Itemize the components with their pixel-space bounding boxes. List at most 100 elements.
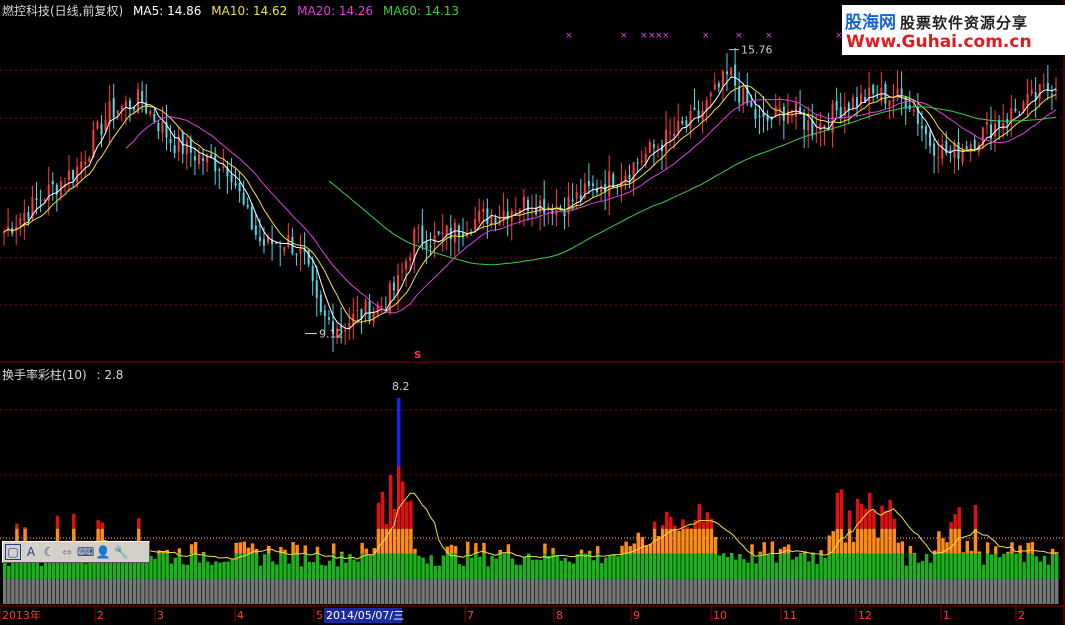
turnover-base bbox=[275, 578, 279, 604]
moon-icon[interactable]: ☾ bbox=[41, 544, 57, 560]
turnover-bar bbox=[843, 553, 848, 579]
turnover-base bbox=[267, 578, 271, 604]
wrench-icon[interactable]: 🔧 bbox=[113, 544, 129, 560]
candle-body bbox=[425, 241, 428, 250]
turnover-base bbox=[124, 578, 129, 604]
turnover-base bbox=[551, 578, 555, 604]
turnover-bar bbox=[72, 513, 76, 529]
turnover-bar bbox=[1046, 564, 1051, 579]
stock-chart[interactable]: 9.1215.76S× × × × × × × × × ×8.22013年 2 3 4 5 7 8 9 10 11 1… bbox=[0, 0, 1065, 625]
turnover-bar bbox=[514, 564, 519, 579]
turnover-base bbox=[985, 578, 990, 604]
turnover-bar bbox=[758, 551, 762, 554]
turnover-value: : 2.8 bbox=[96, 368, 124, 382]
turnover-bar bbox=[823, 557, 827, 579]
turnover-bar bbox=[478, 556, 482, 579]
turnover-base bbox=[1022, 578, 1026, 604]
turnover-base bbox=[896, 578, 900, 604]
turnover-bar bbox=[1034, 556, 1039, 579]
turnover-bar bbox=[526, 553, 531, 579]
ma5-line bbox=[3, 76, 1057, 330]
turnover-base bbox=[401, 578, 405, 604]
turnover-bar bbox=[258, 565, 263, 579]
turnover-base bbox=[567, 578, 572, 604]
turnover-base bbox=[786, 578, 791, 604]
candle-body bbox=[677, 121, 680, 132]
window-icon[interactable]: ▢ bbox=[5, 544, 21, 560]
turnover-bar bbox=[872, 510, 876, 529]
turnover-base bbox=[315, 578, 320, 604]
turnover-bar bbox=[388, 474, 393, 529]
turnover-bar bbox=[392, 553, 397, 579]
turnover-bar bbox=[839, 553, 844, 579]
candle-body bbox=[279, 246, 282, 248]
turnover-base bbox=[283, 578, 287, 604]
candle-body bbox=[429, 246, 432, 248]
turnover-bar bbox=[758, 553, 762, 579]
guhai-logo[interactable]: 股海网 股票软件资源分享 Www.Guhai.com.cn bbox=[842, 5, 1065, 55]
turnover-base bbox=[1050, 578, 1055, 604]
turnover-bar bbox=[855, 553, 860, 579]
turnover-base bbox=[632, 578, 636, 604]
turnover-base bbox=[827, 578, 831, 604]
drawing-toolbar: ▢ A ☾ ⇔ ⌨ 👤 🔧 bbox=[2, 541, 150, 563]
turnover-bar bbox=[790, 559, 795, 579]
turnover-bar bbox=[827, 535, 831, 554]
turnover-bar bbox=[161, 553, 165, 579]
turnover-base bbox=[892, 578, 896, 604]
text-icon[interactable]: A bbox=[23, 544, 39, 560]
user-icon[interactable]: 👤 bbox=[95, 544, 111, 560]
turnover-base bbox=[750, 578, 754, 604]
turnover-base bbox=[299, 578, 303, 604]
turnover-bar bbox=[595, 546, 600, 554]
turnover-bar bbox=[344, 562, 348, 579]
turnover-bar bbox=[908, 553, 913, 579]
keyboard-icon[interactable]: ⌨ bbox=[77, 544, 94, 560]
turnover-bar bbox=[100, 522, 104, 529]
turnover-base bbox=[555, 578, 559, 604]
turnover-base bbox=[701, 578, 706, 604]
price-low-label: 9.12 bbox=[319, 327, 344, 340]
candle-body bbox=[283, 247, 286, 252]
turnover-bar bbox=[506, 544, 511, 554]
turnover-bar bbox=[1002, 553, 1006, 579]
turnover-bar bbox=[413, 548, 417, 554]
turnover-bar bbox=[96, 520, 100, 529]
candle-body bbox=[437, 231, 440, 234]
turnover-bar bbox=[441, 555, 446, 579]
turnover-base bbox=[851, 578, 856, 604]
turnover-base bbox=[177, 578, 182, 604]
turnover-bar bbox=[685, 527, 689, 529]
turnover-bar bbox=[835, 553, 840, 579]
turnover-bar bbox=[364, 548, 368, 554]
turnover-base bbox=[197, 578, 202, 604]
turnover-bar bbox=[859, 528, 864, 554]
x-axis-label: 3 bbox=[157, 609, 164, 622]
turnover-bar bbox=[689, 553, 693, 579]
turnover-bar bbox=[859, 553, 864, 579]
turnover-bar bbox=[230, 559, 234, 579]
turnover-bar bbox=[494, 558, 498, 579]
turnover-bar bbox=[937, 531, 941, 554]
turnover-base bbox=[900, 578, 905, 604]
candle-body bbox=[104, 119, 107, 131]
turnover-base bbox=[39, 578, 44, 604]
turnover-bar bbox=[177, 548, 182, 554]
turnover-base bbox=[457, 578, 462, 604]
arrows-icon[interactable]: ⇔ bbox=[59, 544, 75, 560]
turnover-base bbox=[1046, 578, 1051, 604]
turnover-base bbox=[67, 578, 72, 604]
turnover-bar bbox=[474, 553, 478, 579]
candle-body bbox=[933, 143, 936, 156]
turnover-bar bbox=[734, 559, 738, 579]
candle-body bbox=[636, 162, 639, 164]
candle-body bbox=[855, 97, 858, 107]
turnover-base bbox=[762, 578, 766, 604]
turnover-bar bbox=[271, 561, 275, 579]
turnover-bar bbox=[169, 563, 173, 579]
candle-body bbox=[734, 64, 737, 86]
candle-body bbox=[405, 261, 408, 270]
turnover-bar bbox=[437, 565, 442, 579]
turnover-bar bbox=[457, 564, 462, 579]
candle-body bbox=[803, 112, 806, 130]
